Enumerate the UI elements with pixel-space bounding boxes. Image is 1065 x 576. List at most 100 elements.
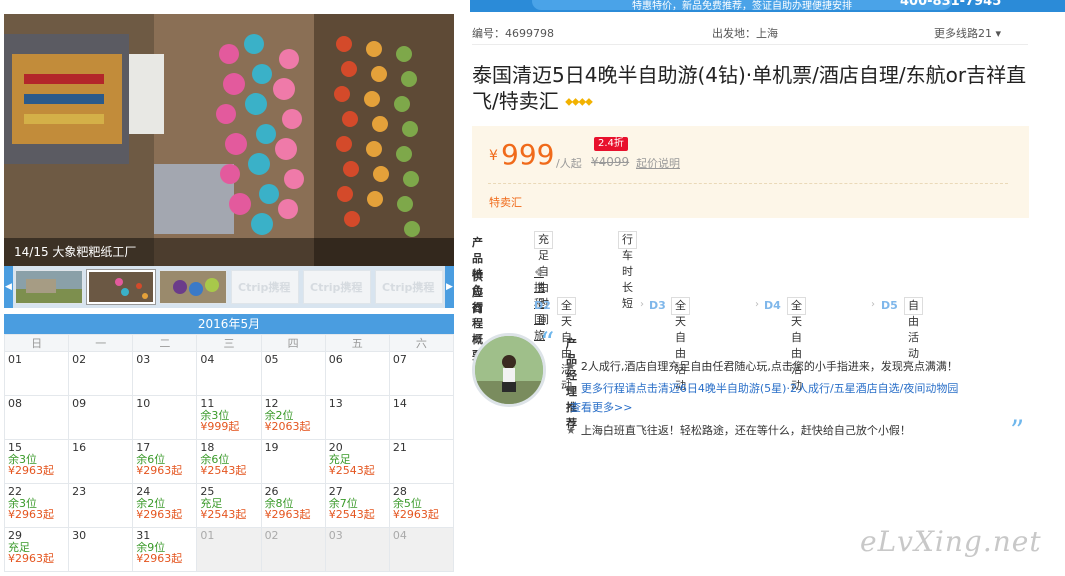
calendar-day-cell[interactable]: 25 充足 ¥2543起 [196,483,262,528]
calendar-day-cell: 10 [132,395,198,440]
day-number: 27 [328,485,343,498]
product-id: 编号：4699798 [472,27,554,40]
day-price: ¥2543起 [328,464,375,477]
day-number: 04 [392,529,407,542]
day-price: ¥2543起 [200,464,247,477]
calendar-day-cell[interactable]: 15 余3位 ¥2963起 [3,439,70,484]
recommend-text: 上海白班直飞往返！轻松路途，还在等什么，赶快给自己放个小假！ [580,424,911,437]
day-number: 06 [328,353,343,366]
feature-tag: 充足自由时间 [534,231,553,326]
day-number: 19 [264,441,279,454]
calendar-day-cell[interactable]: 29 充足 ¥2963起 [3,527,70,572]
day-price: ¥999起 [200,420,240,433]
day-number: 02 [72,353,87,366]
calendar-day-cell: 09 [68,395,134,440]
day-label: D4 [764,299,781,312]
star-icon: ★ [566,360,576,373]
calendar-day-cell: 19 [260,439,326,484]
day-number: 08 [8,397,22,410]
price-per-person: /人起 [556,157,582,170]
main-photo[interactable]: 14/15 大象粑粑纸工厂 [4,14,454,266]
promo-pill[interactable]: 特惠特价，新品免费推荐，签证自助办理便捷安排 [532,0,952,12]
thumbnail-placeholder[interactable]: Ctrip携程 [303,270,371,304]
weekday-header: 三 [196,334,262,352]
calendar-day-cell[interactable]: 28 余5位 ¥2963起 [388,483,455,528]
day-number: 03 [136,353,151,366]
product-title: 泰国清迈5日4晚半自助游(4钻)·单机票/酒店自理/东航or吉祥直飞/特卖汇 ◆… [472,62,1032,116]
calendar-day-cell[interactable]: 27 余7位 ¥2543起 [324,483,390,528]
ctrip-watermark: Ctrip携程 [382,281,435,294]
day-number: 22 [8,485,22,498]
calendar-day-cell: 04 [196,351,262,396]
day-number: 21 [392,441,407,454]
calendar-day-cell[interactable]: 31 余9位 ¥2963起 [132,527,198,572]
day-activity[interactable]: 全天自由活动 [557,297,576,392]
calendar-day-cell[interactable]: 24 余2位 ¥2963起 [132,483,198,528]
chevron-right-icon: › [640,299,644,310]
day-label: D3 [649,299,666,312]
recommend-link-text: 更多行程请点击清迈6日4晚半自助游(5星)·2人成行/五星酒店自选/夜间动物园 [580,382,959,395]
chevron-down-icon: ▾ [995,27,1002,40]
thumbnail-selected[interactable] [86,269,156,305]
day-number: 02 [264,529,279,542]
calendar-grid: 日一二三四五六 01 02 03 04 05 06 07 08 09 10 11 余3位 ¥999起 12… [3,334,455,572]
day-activity[interactable]: 自由活动 [904,297,923,360]
day-price: ¥2543起 [200,508,247,521]
promo-tag[interactable]: 特卖汇 [489,194,522,210]
price-box: ¥ 999 /人起 2.4折 ¥4099 起价说明 特卖汇 [472,126,1029,218]
price-explain-link[interactable]: 起价说明 [636,155,680,171]
weekday-header: 六 [388,334,455,352]
calendar-day-cell[interactable]: 20 充足 ¥2543起 [324,439,390,484]
day-number: 01 [200,529,215,542]
promo-text: 特惠特价，新品免费推荐，签证自助办理便捷安排 [632,1,852,12]
prev-arrow-icon[interactable]: ◀ [4,266,13,308]
calendar-day-cell[interactable]: 12 余2位 ¥2063起 [260,395,326,440]
calendar-day-cell: 02 [260,527,326,572]
recommend-line: ★ 2人成行,酒店自理充足自由任君随心玩,点击您的小手指进来，发现亮点满满！ [566,358,958,374]
ctrip-watermark: Ctrip携程 [310,281,363,294]
divider [488,183,1008,184]
calendar-day-cell[interactable]: 11 余3位 ¥999起 [196,395,262,440]
departure-city: 出发地：上海 [712,27,778,40]
weekday-header: 一 [68,334,134,352]
photo-caption: 14/15 大象粑粑纸工厂 [4,238,454,266]
day-activity[interactable]: 全天自由活动 [787,297,806,392]
day-number: 09 [72,397,87,410]
calendar-day-cell: 01 [196,527,262,572]
calendar-day-cell[interactable]: 17 余6位 ¥2963起 [132,439,198,484]
ctrip-icon: ❖ [534,266,544,279]
thumbnail[interactable] [15,270,83,304]
top-promo-bar: 特惠特价，新品免费推荐，签证自助办理便捷安排 400-831-7945 [470,0,1065,12]
calendar-day-cell[interactable]: 22 余3位 ¥2963起 [3,483,70,528]
price-value: 999 [501,138,555,171]
day-number: 13 [328,397,343,410]
day-activity[interactable]: 全天自由活动 [671,297,690,392]
price-currency: ¥ [489,148,498,164]
thumbnail-placeholder[interactable]: Ctrip携程 [231,270,299,304]
recommend-link[interactable]: ★ 更多行程请点击清迈6日4晚半自助游(5星)·2人成行/五星酒店自选/夜间动物园 [566,380,958,396]
view-more-link[interactable]: 查看更多>> [570,399,632,415]
calendar-day-cell: 06 [324,351,390,396]
diamond-rating-icon: ◆◆◆◆ [565,96,593,108]
calendar-day-cell: 04 [388,527,455,572]
day-price: ¥2963起 [136,464,183,477]
day-price: ¥2963起 [392,508,439,521]
calendar-day-cell[interactable]: 26 余8位 ¥2963起 [260,483,326,528]
day-number: 28 [392,485,407,498]
calendar-day-cell: 16 [68,439,134,484]
ctrip-watermark: Ctrip携程 [238,281,291,294]
close-quote-icon: ” [1010,414,1025,447]
photo-illustration [4,14,454,266]
weekday-header: 四 [260,334,326,352]
calendar-day-cell[interactable]: 18 余6位 ¥2543起 [196,439,262,484]
star-icon: ★ [566,382,576,395]
thumbnail[interactable] [159,270,227,304]
day-number: 29 [8,529,22,542]
next-arrow-icon[interactable]: ▶ [445,266,454,308]
feature-tag: 行车时长短 [618,231,637,310]
more-routes-dropdown[interactable]: 更多线路21 ▾ [934,25,1001,41]
calendar-day-cell: 08 [3,395,70,440]
thumbnail-placeholder[interactable]: Ctrip携程 [375,270,443,304]
day-number: 12 [264,397,279,410]
day-price: ¥2963起 [8,552,54,565]
